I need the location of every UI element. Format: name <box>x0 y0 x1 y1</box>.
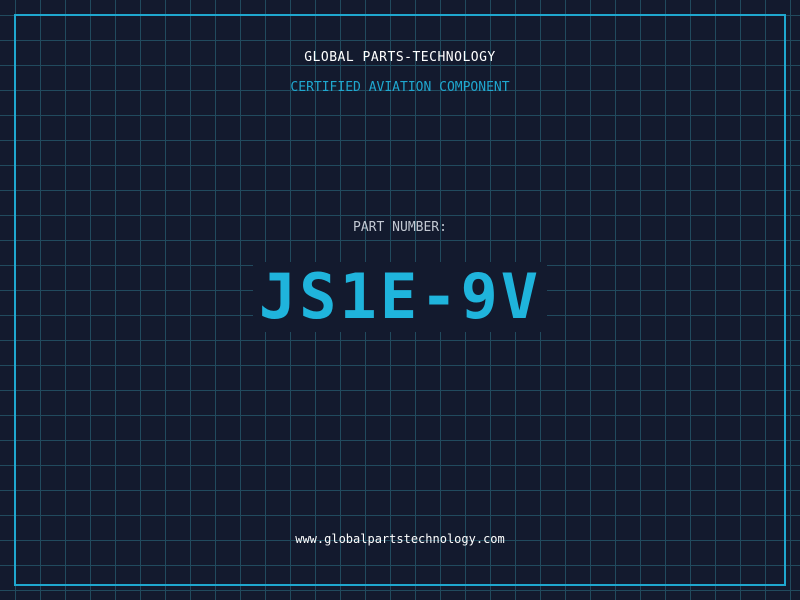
part-number-container: JS1E-9V <box>0 262 800 348</box>
part-number-label: PART NUMBER: <box>353 220 447 235</box>
certification-subtitle: CERTIFIED AVIATION COMPONENT <box>290 80 510 95</box>
website-url: www.globalpartstechnology.com <box>295 532 505 546</box>
part-number-value: JS1E-9V <box>252 262 548 332</box>
company-name: GLOBAL PARTS-TECHNOLOGY <box>304 50 496 65</box>
